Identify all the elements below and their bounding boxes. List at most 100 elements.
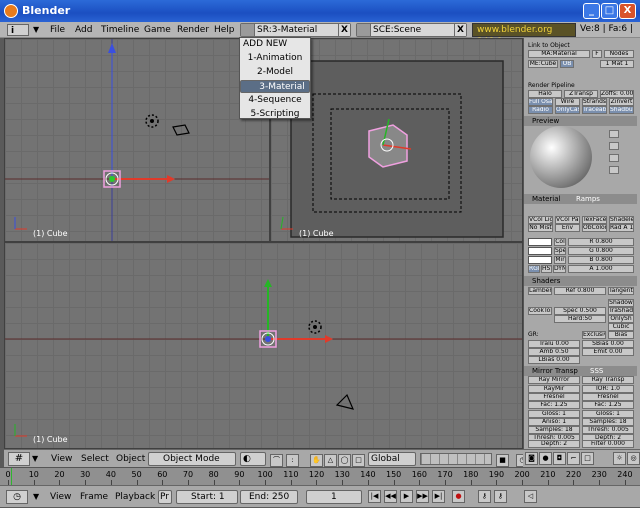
hand-icon[interactable]: ✋ [310, 454, 323, 467]
exclusive-button[interactable]: Exclusive [582, 331, 606, 339]
ztransp-button[interactable]: ZTransp [564, 90, 598, 98]
sss-tab[interactable]: SSS [590, 366, 603, 376]
zoffs-field[interactable]: Zoffs: 0.000 [600, 90, 634, 98]
lbias-slider[interactable]: LBias 0.00 [528, 356, 580, 364]
radio-button[interactable]: Radio [528, 106, 553, 114]
ob-button[interactable]: OB [560, 60, 574, 68]
ramps-tab[interactable]: Ramps [576, 194, 600, 204]
thresh-tra-field[interactable]: Thresh: 0.005 [582, 426, 634, 434]
z-arrow-icon[interactable] [108, 43, 116, 53]
strands-button[interactable]: Strands [582, 98, 607, 106]
panel-object-icon[interactable]: ⌐ [567, 452, 580, 465]
fake-user-button[interactable]: F [592, 50, 602, 58]
raymir-slider[interactable]: RayMir [528, 385, 580, 393]
onlycast-button[interactable]: OnlyCast [555, 106, 580, 114]
current-frame-field[interactable]: 1 [306, 490, 362, 504]
camera-icon[interactable] [172, 124, 190, 136]
panel-shading-icon[interactable]: ◘ [553, 452, 566, 465]
dropdown-header[interactable]: ADD NEW [243, 39, 287, 49]
mirror-transp-tab[interactable]: Mirror Transp [532, 367, 578, 375]
dropdown-item-material[interactable]: 3-Material [240, 80, 310, 93]
scene-name[interactable]: SCE:Scene [373, 25, 421, 35]
samples-mir-field[interactable]: Samples: 18 [528, 426, 580, 434]
traceable-button[interactable]: Traceable [582, 106, 607, 114]
timeline-ruler[interactable]: 0 10 20 30 40 50 60 70 80 90 100 110 120 130 140 150 160… [0, 467, 640, 485]
panel-logic-icon[interactable]: ◙ [525, 452, 538, 465]
panel-script-icon[interactable]: ● [539, 452, 552, 465]
mode-selector[interactable]: Object Mode [148, 452, 236, 466]
b-slider[interactable]: B 0.800 [568, 256, 634, 264]
panel-world-icon[interactable]: ◎ [627, 452, 640, 465]
spe-swatch[interactable] [528, 247, 552, 255]
cubic-button[interactable]: Cubic [608, 323, 634, 331]
jump-start-icon[interactable]: |◀ [368, 490, 381, 503]
material-tab[interactable]: Material [532, 195, 560, 203]
preview-range-button[interactable]: Pr [158, 490, 172, 504]
clock-icon[interactable]: ◷ [6, 490, 28, 504]
spe-button[interactable]: Spe [554, 247, 566, 255]
timeline-menu-frame[interactable]: Frame [80, 486, 108, 508]
hard-slider[interactable]: Hard:50 [554, 315, 606, 323]
editor-type-button[interactable]: i [7, 24, 29, 36]
rgb-button[interactable]: RGB [528, 265, 540, 273]
menu-timeline[interactable]: Timeline [101, 22, 139, 38]
tangentv-button[interactable]: TangentV [608, 287, 634, 295]
scale-icon[interactable]: □ [352, 454, 365, 467]
ray-transp-button[interactable]: Ray Transp [582, 376, 634, 384]
menu-render[interactable]: Render [177, 22, 209, 38]
jump-end-icon[interactable]: ▶| [432, 490, 445, 503]
dyn-button[interactable]: DYN [553, 265, 566, 273]
material-index-field[interactable]: 1 Mat 1 [600, 60, 634, 68]
shaders-header[interactable]: Shaders [524, 276, 637, 286]
rotate-icon[interactable]: ◯ [338, 454, 351, 467]
snap-icon[interactable]: : [286, 454, 299, 467]
preview-type-button[interactable] [609, 130, 619, 138]
amb-slider[interactable]: Amb 0.50 [528, 348, 580, 356]
emit-slider[interactable]: Emit 0.00 [582, 348, 634, 356]
fresnel-mir-slider[interactable]: Fresnel [528, 393, 580, 401]
key-delete-icon[interactable]: ⚷ [494, 490, 507, 503]
shadeless-button[interactable]: Shadeless [609, 216, 634, 224]
x-arrow-icon[interactable] [325, 335, 333, 343]
ior-slider[interactable]: IOR: 1.0 [582, 385, 634, 393]
env-button[interactable]: Env [555, 224, 580, 232]
camera-icon[interactable] [335, 393, 355, 410]
specular-shader-select[interactable]: CookTorr [528, 307, 552, 315]
menu-object[interactable]: Object [116, 450, 145, 468]
preview-type-button[interactable] [609, 154, 619, 162]
panel-editing-icon[interactable]: □ [581, 452, 594, 465]
diffuse-shader-select[interactable]: Lambert [528, 287, 552, 295]
pivot-icon[interactable]: ⌒ [270, 454, 283, 467]
mesh-name-field[interactable]: ME:Cube [528, 60, 558, 68]
scene-browse-button[interactable] [357, 24, 371, 36]
menu-collapse-icon[interactable]: ▼ [33, 22, 39, 38]
maximize-button[interactable]: □ [601, 3, 618, 19]
ref-slider[interactable]: Ref 0.800 [554, 287, 606, 295]
gloss-mir-slider[interactable]: Gloss: 1 [528, 410, 580, 418]
sbias-slider[interactable]: SBias 0.00 [582, 340, 634, 348]
record-icon[interactable]: ● [452, 490, 465, 503]
fac-tra-slider[interactable]: Fac: 1.25 [582, 401, 634, 409]
col-button[interactable]: Col [554, 238, 566, 246]
shadow-button[interactable]: Shadow [608, 299, 634, 307]
key-insert-icon[interactable]: ⚷ [478, 490, 491, 503]
close-button[interactable]: X [619, 3, 636, 19]
nomist-button[interactable]: No Mist [528, 224, 553, 232]
dropdown-item-sequence[interactable]: 4-Sequence [240, 94, 310, 107]
g-slider[interactable]: G 0.800 [568, 247, 634, 255]
blender-url[interactable]: www.blender.org 248.1 [472, 23, 576, 47]
end-frame-field[interactable]: End: 250 [240, 490, 298, 504]
next-key-icon[interactable]: ▶▶ [416, 490, 429, 503]
mir-button[interactable]: Mir [554, 256, 566, 264]
menu-view[interactable]: View [51, 450, 72, 468]
vcol-paint-button[interactable]: VCol Paint [555, 216, 580, 224]
mirror-transp-header[interactable]: Mirror Transp SSS [524, 366, 637, 376]
fresnel-tra-slider[interactable]: Fresnel [582, 393, 634, 401]
depth-mir-field[interactable]: Depth: 2 [528, 440, 580, 448]
zinvert-button[interactable]: Zinvert [609, 98, 634, 106]
preview-header[interactable]: Preview [524, 116, 637, 126]
mir-swatch[interactable] [528, 256, 552, 264]
rad-a-field[interactable]: Rad A 1.000 [609, 224, 634, 232]
gloss-tra-slider[interactable]: Gloss: 1 [582, 410, 634, 418]
lock-icon[interactable]: ■ [496, 454, 509, 467]
